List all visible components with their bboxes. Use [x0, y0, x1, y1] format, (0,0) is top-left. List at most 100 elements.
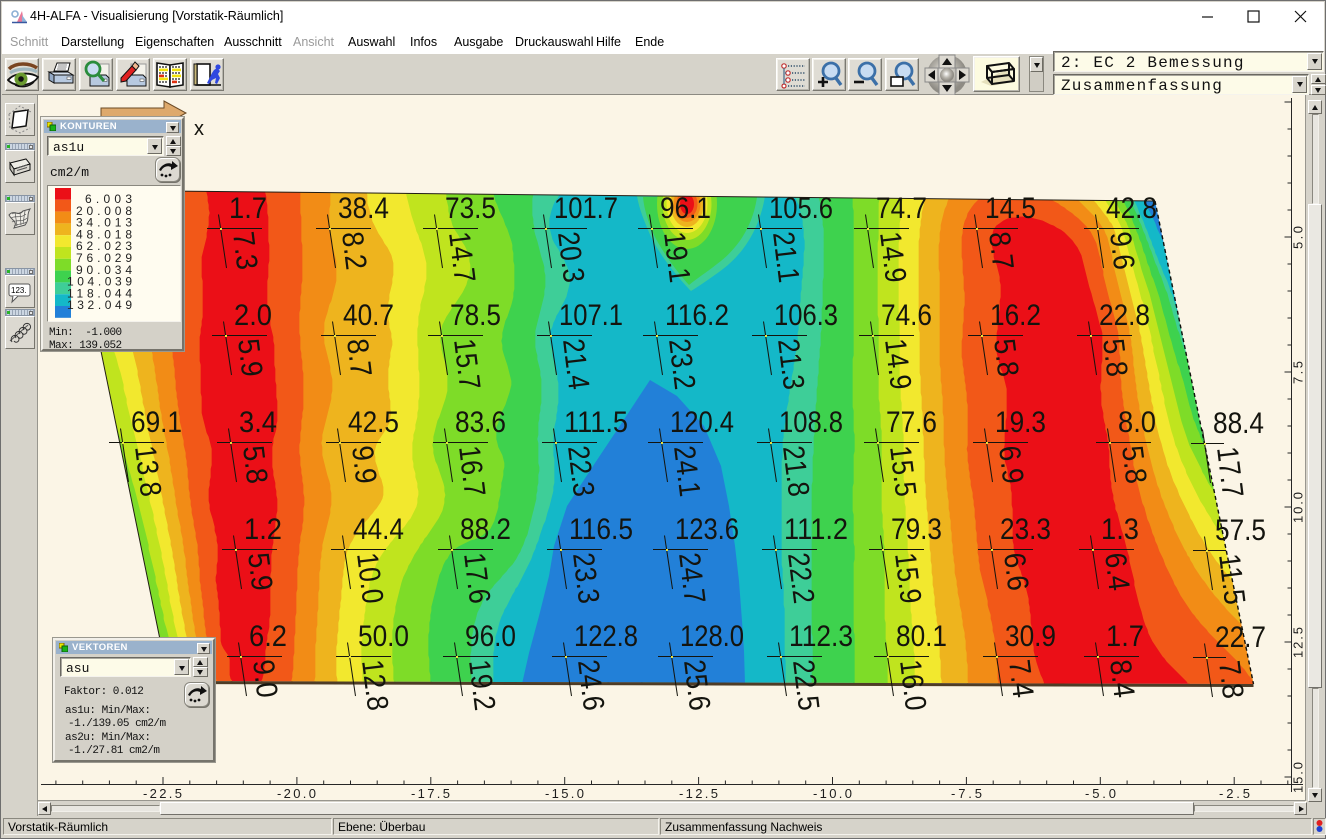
- svg-text:14.7: 14.7: [442, 230, 481, 285]
- svg-text:22.7: 22.7: [1215, 621, 1266, 654]
- svg-text:6.4: 6.4: [1098, 551, 1135, 593]
- svg-text:3.4: 3.4: [239, 406, 277, 439]
- svg-text:24.1: 24.1: [667, 444, 706, 499]
- svg-text:16.7: 16.7: [452, 444, 491, 499]
- svg-text:6.9: 6.9: [992, 444, 1029, 486]
- svg-text:5.9: 5.9: [241, 551, 278, 593]
- svg-text:7.3: 7.3: [226, 230, 263, 272]
- svg-text:9.9: 9.9: [345, 444, 382, 486]
- svg-text:74.7: 74.7: [876, 192, 927, 225]
- svg-text:25.6: 25.6: [677, 658, 716, 713]
- svg-text:6.6: 6.6: [997, 551, 1034, 593]
- svg-text:10.0: 10.0: [1291, 492, 1306, 523]
- svg-text:96.1: 96.1: [660, 192, 711, 225]
- svg-text:-20.0: -20.0: [277, 786, 316, 801]
- svg-text:6.2: 6.2: [249, 620, 287, 653]
- svg-text:8.0: 8.0: [1118, 406, 1156, 439]
- svg-text:23.2: 23.2: [662, 337, 701, 392]
- svg-text:23.3: 23.3: [566, 551, 605, 606]
- svg-text:83.6: 83.6: [455, 406, 506, 439]
- svg-text:17.6: 17.6: [457, 551, 496, 606]
- svg-text:23.3: 23.3: [1000, 513, 1051, 546]
- svg-text:111.5: 111.5: [564, 406, 628, 439]
- svg-text:111.2: 111.2: [784, 513, 848, 546]
- svg-text:108.8: 108.8: [779, 406, 843, 439]
- svg-text:57.5: 57.5: [1215, 514, 1266, 547]
- svg-text:14.9: 14.9: [873, 230, 912, 285]
- svg-text:107.1: 107.1: [559, 299, 623, 332]
- svg-text:-10.0: -10.0: [813, 786, 852, 801]
- svg-text:50.0: 50.0: [358, 620, 409, 653]
- svg-text:1.3: 1.3: [1101, 513, 1139, 546]
- svg-text:19.1: 19.1: [657, 230, 696, 285]
- svg-text:20.3: 20.3: [551, 230, 590, 285]
- svg-text:7.4: 7.4: [1002, 658, 1039, 700]
- svg-text:19.2: 19.2: [462, 658, 501, 713]
- svg-text:7.5: 7.5: [1291, 361, 1306, 384]
- svg-text:40.7: 40.7: [343, 299, 394, 332]
- svg-text:22.8: 22.8: [1099, 299, 1150, 332]
- svg-text:24.6: 24.6: [571, 658, 610, 713]
- svg-text:112.3: 112.3: [789, 620, 853, 653]
- svg-text:x: x: [194, 118, 204, 140]
- svg-text:21.4: 21.4: [556, 337, 595, 392]
- svg-text:116.2: 116.2: [665, 299, 729, 332]
- svg-text:42.8: 42.8: [1106, 192, 1157, 225]
- svg-text:15.5: 15.5: [883, 444, 922, 499]
- svg-text:128.0: 128.0: [680, 620, 744, 653]
- svg-text:15.7: 15.7: [447, 337, 486, 392]
- svg-text:10.0: 10.0: [350, 551, 389, 606]
- svg-text:22.3: 22.3: [561, 444, 600, 499]
- svg-text:8.7: 8.7: [982, 230, 1019, 272]
- svg-text:5.8: 5.8: [236, 444, 273, 486]
- svg-text:21.3: 21.3: [771, 337, 810, 392]
- svg-text:16.0: 16.0: [893, 658, 932, 713]
- svg-text:5.9: 5.9: [231, 337, 268, 379]
- svg-text:38.4: 38.4: [338, 192, 389, 225]
- svg-text:12.5: 12.5: [1291, 627, 1306, 658]
- svg-text:5.8: 5.8: [1096, 337, 1133, 379]
- svg-text:-15.0: -15.0: [545, 786, 584, 801]
- svg-text:1.2: 1.2: [244, 513, 282, 546]
- svg-text:105.6: 105.6: [769, 192, 833, 225]
- svg-text:11.5: 11.5: [1212, 552, 1251, 607]
- svg-text:1.7: 1.7: [229, 192, 267, 225]
- svg-text:8.4: 8.4: [1103, 658, 1140, 700]
- svg-text:77.6: 77.6: [886, 406, 937, 439]
- svg-text:22.2: 22.2: [781, 551, 820, 606]
- svg-text:17.7: 17.7: [1210, 445, 1249, 500]
- svg-text:79.3: 79.3: [891, 513, 942, 546]
- svg-text:5.8: 5.8: [987, 337, 1024, 379]
- svg-text:69.1: 69.1: [131, 406, 182, 439]
- svg-text:74.6: 74.6: [881, 299, 932, 332]
- svg-text:120.4: 120.4: [670, 406, 734, 439]
- svg-text:8.2: 8.2: [335, 230, 372, 272]
- svg-text:2.0: 2.0: [234, 299, 272, 332]
- svg-text:78.5: 78.5: [450, 299, 501, 332]
- svg-text:122.8: 122.8: [574, 620, 638, 653]
- svg-text:22.5: 22.5: [786, 658, 825, 713]
- svg-text:88.2: 88.2: [460, 513, 511, 546]
- svg-text:73.5: 73.5: [445, 192, 496, 225]
- svg-text:21.8: 21.8: [776, 444, 815, 499]
- svg-text:-12.5: -12.5: [679, 786, 718, 801]
- svg-text:44.4: 44.4: [353, 513, 404, 546]
- svg-text:21.1: 21.1: [766, 230, 805, 285]
- svg-text:7.8: 7.8: [1212, 659, 1249, 701]
- svg-text:123.6: 123.6: [675, 513, 739, 546]
- svg-text:14.9: 14.9: [878, 337, 917, 392]
- svg-text:1.7: 1.7: [1106, 620, 1144, 653]
- svg-text:15.9: 15.9: [888, 551, 927, 606]
- svg-text:88.4: 88.4: [1213, 407, 1264, 440]
- svg-text:5.8: 5.8: [1115, 444, 1152, 486]
- svg-text:80.1: 80.1: [896, 620, 947, 653]
- svg-text:5.0: 5.0: [1291, 226, 1306, 249]
- svg-text:24.7: 24.7: [672, 551, 711, 606]
- svg-text:116.5: 116.5: [569, 513, 633, 546]
- svg-text:123.: 123.: [11, 286, 27, 295]
- svg-text:16.2: 16.2: [990, 299, 1041, 332]
- svg-text:42.5: 42.5: [348, 406, 399, 439]
- svg-text:96.0: 96.0: [465, 620, 516, 653]
- svg-text:-17.5: -17.5: [411, 786, 450, 801]
- svg-text:19.3: 19.3: [995, 406, 1046, 439]
